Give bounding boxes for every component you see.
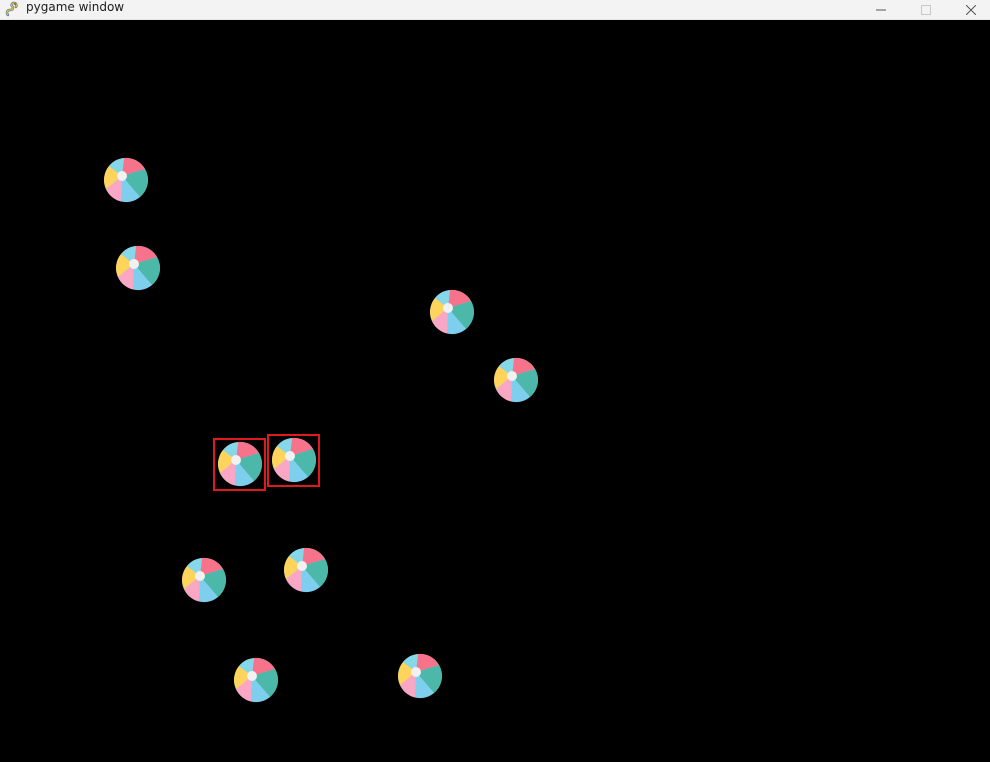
beach-ball-icon[interactable] <box>115 245 161 291</box>
maximize-icon <box>921 5 931 15</box>
beach-ball-icon[interactable] <box>181 557 227 603</box>
beach-ball-icon[interactable] <box>397 653 443 699</box>
minimize-button[interactable] <box>858 0 904 20</box>
beach-ball-icon[interactable] <box>233 657 279 703</box>
selection-box <box>267 434 320 487</box>
pygame-snake-icon <box>5 1 18 17</box>
close-icon <box>966 5 976 15</box>
beach-ball-icon[interactable] <box>283 547 329 593</box>
beach-ball-icon[interactable] <box>429 289 475 335</box>
maximize-button[interactable] <box>903 0 949 20</box>
close-button[interactable] <box>948 0 990 20</box>
game-canvas[interactable] <box>0 20 990 762</box>
beach-ball-icon[interactable] <box>493 357 539 403</box>
beach-ball-icon[interactable] <box>103 157 149 203</box>
minimize-icon <box>876 9 886 11</box>
title-bar[interactable]: pygame window <box>0 0 990 20</box>
window-title: pygame window <box>26 0 125 14</box>
selection-box <box>213 438 266 491</box>
pygame-window: pygame window <box>0 0 990 762</box>
